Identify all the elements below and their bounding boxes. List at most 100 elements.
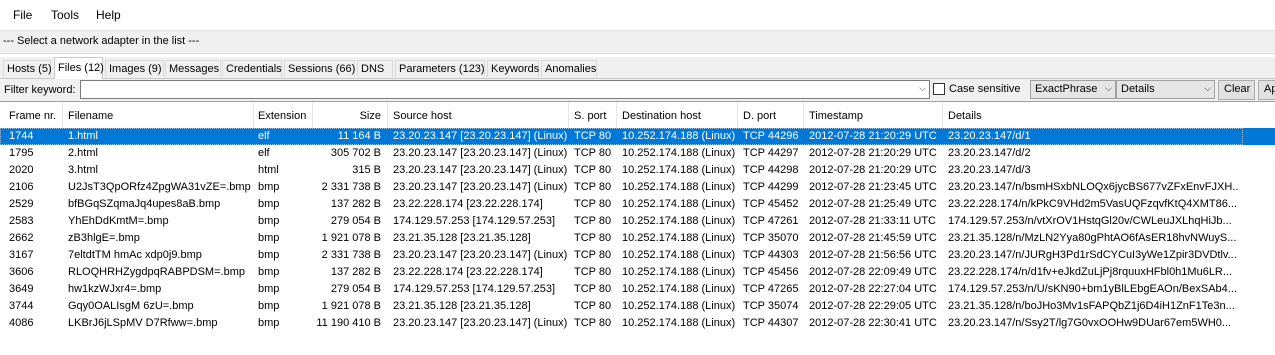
header-col-size[interactable]: Size — [305, 110, 381, 122]
table-row[interactable]: 2529 bfBGqSZqmaJq4upes8aB.bmp bmp 137 282 B… — [0, 196, 1275, 213]
clear-button[interactable]: Clear — [1218, 80, 1255, 100]
cell-source-host: 174.129.57.253 [174.129.57.253] — [393, 283, 556, 295]
tab-files[interactable]: Files (12) — [54, 57, 104, 79]
cell-size: 1 921 078 B — [321, 300, 381, 312]
apply-button[interactable]: Ap — [1258, 80, 1275, 100]
cell-size: 137 282 B — [330, 198, 381, 210]
cell-destination-port: TCP 35074 — [743, 300, 799, 312]
header-col-timestamp[interactable]: Timestamp — [809, 110, 863, 122]
table-row[interactable]: 2106 U2JsT3QpORfz4ZpgWA31vZE=.bmp bmp 2 331… — [0, 179, 1275, 196]
case-sensitive-checkbox[interactable] — [933, 83, 945, 95]
cell-destination-port: TCP 47261 — [743, 215, 799, 227]
table-row[interactable]: 1795 2.html elf 305 702 B 23.20.23.147 [23.2… — [0, 145, 1275, 162]
cell-destination-host: 10.252.174.188 (Linux) — [622, 317, 736, 329]
cell-timestamp: 2012-07-28 22:29:05 UTC — [809, 300, 937, 312]
column-divider[interactable] — [616, 102, 617, 130]
cell-destination-host: 10.252.174.188 (Linux) — [622, 232, 736, 244]
header-col-frame-nr[interactable]: Frame nr. — [9, 110, 56, 122]
cell-frame-nr: 2020 — [9, 164, 34, 176]
cell-timestamp: 2012-07-28 21:20:29 UTC — [809, 147, 937, 159]
cell-size: 279 054 B — [330, 215, 381, 227]
header-col-details[interactable]: Details — [948, 110, 982, 122]
tab-parameters[interactable]: Parameters (123) — [395, 60, 485, 77]
cell-extension: bmp — [258, 181, 280, 193]
cell-source-host: 23.20.23.147 [23.20.23.147] (Linux) — [393, 147, 568, 159]
filter-keyword-input[interactable]: ⌵ — [80, 80, 930, 99]
tab-hosts[interactable]: Hosts (5) — [3, 60, 52, 77]
cell-timestamp: 2012-07-28 22:27:04 UTC — [809, 283, 937, 295]
cell-destination-host: 10.252.174.188 (Linux) — [622, 215, 736, 227]
tab-dns[interactable]: DNS — [357, 60, 393, 77]
table-row[interactable]: 2583 YhEhDdKmtM=.bmp bmp 279 054 B 174.129.5… — [0, 213, 1275, 230]
column-divider[interactable] — [803, 102, 804, 130]
match-mode-select[interactable]: ExactPhrase ⌵ — [1030, 80, 1116, 99]
cell-details: 174.129.57.253/n/vtXrOV1HstqGl20v/CWLeuJ… — [948, 215, 1232, 227]
cell-frame-nr: 3167 — [9, 249, 34, 261]
column-divider[interactable] — [942, 102, 943, 130]
tab-keywords[interactable]: Keywords — [487, 60, 539, 77]
cell-timestamp: 2012-07-28 21:25:49 UTC — [809, 198, 937, 210]
cell-extension: elf — [258, 147, 270, 159]
header-col-source-port[interactable]: S. port — [574, 110, 606, 122]
filter-column-select[interactable]: Details ⌵ — [1116, 80, 1215, 99]
cell-destination-port: TCP 47265 — [743, 283, 799, 295]
column-divider[interactable] — [568, 102, 569, 130]
menu-help[interactable]: Help — [96, 8, 121, 22]
cell-destination-port: TCP 44303 — [743, 249, 799, 261]
cell-frame-nr: 2662 — [9, 232, 34, 244]
header-col-destination-port[interactable]: D. port — [743, 110, 776, 122]
cell-source-port: TCP 80 — [574, 300, 612, 312]
header-col-filename[interactable]: Filename — [68, 110, 113, 122]
cell-source-port: TCP 80 — [574, 232, 612, 244]
cell-source-host: 23.20.23.147 [23.20.23.147] (Linux) — [393, 249, 568, 261]
cell-details: 23.20.23.147/d/3 — [948, 164, 1031, 176]
network-adapter-selector[interactable]: --- Select a network adapter in the list… — [0, 30, 1275, 54]
cell-source-port: TCP 80 — [574, 130, 612, 142]
cell-filename: YhEhDdKmtM=.bmp — [68, 215, 169, 227]
menu-file[interactable]: File — [13, 8, 32, 22]
header-col-extension[interactable]: Extension — [258, 110, 306, 122]
cell-filename: zB3hlgE=.bmp — [68, 232, 140, 244]
header-col-destination-host[interactable]: Destination host — [622, 110, 701, 122]
tab-images[interactable]: Images (9) — [105, 60, 164, 77]
column-divider[interactable] — [62, 102, 63, 130]
cell-size: 2 331 738 B — [321, 181, 381, 193]
table-row[interactable]: 3606 RLOQHRHZygdpqRABPDSM=.bmp bmp 137 282 … — [0, 264, 1275, 281]
column-divider[interactable] — [737, 102, 738, 130]
cell-extension: bmp — [258, 249, 280, 261]
cell-source-port: TCP 80 — [574, 266, 612, 278]
cell-source-host: 23.22.228.174 [23.22.228.174] — [393, 198, 543, 210]
cell-frame-nr: 2583 — [9, 215, 34, 227]
chevron-down-icon[interactable]: ⌵ — [919, 83, 926, 94]
cell-filename: Gqy0OALIsgM 6zU=.bmp — [68, 300, 194, 312]
table-row[interactable]: 1744 1.html elf 11 164 B 23.20.23.147 [23.20… — [0, 128, 1275, 145]
cell-timestamp: 2012-07-28 21:56:56 UTC — [809, 249, 937, 261]
cell-details: 23.20.23.147/d/2 — [948, 147, 1031, 159]
tab-sessions[interactable]: Sessions (66) — [284, 60, 355, 77]
tab-credentials[interactable]: Credentials — [222, 60, 282, 77]
header-col-source-host[interactable]: Source host — [393, 110, 452, 122]
cell-frame-nr: 1795 — [9, 147, 34, 159]
tab-messages[interactable]: Messages — [165, 60, 221, 77]
cell-timestamp: 2012-07-28 21:20:29 UTC — [809, 130, 937, 142]
cell-filename: hw1kzWJxr4=.bmp — [68, 283, 162, 295]
cell-destination-port: TCP 44297 — [743, 147, 799, 159]
cell-details: 23.20.23.147/d/1 — [948, 130, 1031, 142]
column-divider[interactable] — [253, 102, 254, 130]
cell-extension: bmp — [258, 215, 280, 227]
column-divider[interactable] — [312, 102, 313, 130]
table-row[interactable]: 2020 3.html html 315 B 23.20.23.147 [23.20.2… — [0, 162, 1275, 179]
table-row[interactable]: 2662 zB3hlgE=.bmp bmp 1 921 078 B 23.21.35.1… — [0, 230, 1275, 247]
cell-timestamp: 2012-07-28 21:20:29 UTC — [809, 164, 937, 176]
table-row[interactable]: 3167 7eltdtTM hmAc xdp0j9.bmp bmp 2 331 738… — [0, 247, 1275, 264]
table-row[interactable]: 3744 Gqy0OALIsgM 6zU=.bmp bmp 1 921 078 B 23… — [0, 298, 1275, 315]
cell-frame-nr: 3649 — [9, 283, 34, 295]
column-divider[interactable] — [387, 102, 388, 130]
table-row[interactable]: 3649 hw1kzWJxr4=.bmp bmp 279 054 B 174.129.… — [0, 281, 1275, 298]
cell-destination-host: 10.252.174.188 (Linux) — [622, 283, 736, 295]
menu-tools[interactable]: Tools — [51, 8, 79, 22]
tab-anomalies[interactable]: Anomalies — [541, 60, 597, 77]
cell-source-host: 23.22.228.174 [23.22.228.174] — [393, 266, 543, 278]
cell-size: 137 282 B — [330, 266, 381, 278]
table-row[interactable]: 4086 LKBrJ6jLSpMV D7Rfww=.bmp bmp 11 190 41… — [0, 315, 1275, 332]
